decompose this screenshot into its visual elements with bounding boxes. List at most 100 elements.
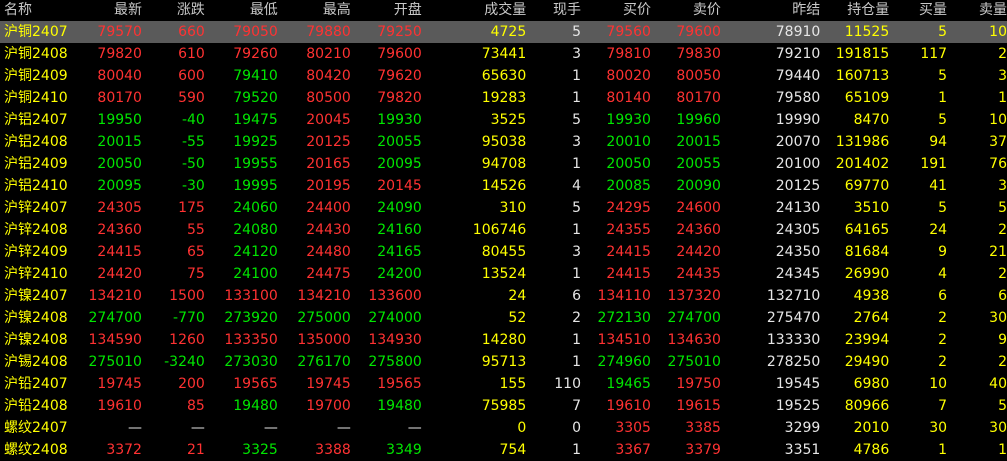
open-interest-cell: 23994 (844, 332, 890, 348)
quote-row[interactable]: 沪锌2410 24420 75 24100 24475 24200 13524 1 24415 2… (0, 263, 1007, 285)
last-price-cell: 79820 (97, 46, 142, 62)
prev-settle-cell: 20070 (775, 134, 821, 150)
col-header-last[interactable]: 最新 (73, 0, 142, 21)
quote-row[interactable]: 沪铝2410 20095 -30 19995 20195 20145 14526 4 20085… (0, 175, 1007, 197)
high-price-cell: 135000 (297, 332, 351, 348)
prev-settle-cell: 78910 (720, 21, 821, 43)
prev-settle-cell: 79440 (775, 68, 821, 84)
quote-row[interactable]: 沪铝2409 20050 -50 19955 20165 20095 94708 1 20050… (0, 153, 1007, 175)
quote-row[interactable]: 沪铅2408 19610 85 19480 19700 19480 75985 7 19610 1… (0, 395, 1007, 417)
quote-row[interactable]: 螺纹2408 3372 21 3325 3388 3349 754 1 3367 3379 3351… (0, 439, 1007, 461)
quote-table: 名称 最新 涨跌 最低 最高 开盘 成交量 现手 买价 卖价 昨结 持仓量 买量 卖量 沪铜2407 795… (0, 0, 1007, 461)
last-price-cell: 24360 (97, 222, 142, 238)
high-price-cell: 24475 (306, 266, 351, 282)
quote-row[interactable]: 沪铜2408 79820 610 79260 80210 79600 73441 3 79810… (0, 43, 1007, 65)
open-price-cell: 24200 (377, 266, 422, 282)
name-cell: 沪镍2407 (4, 288, 68, 304)
low-price-cell: 79520 (233, 90, 278, 106)
col-header-open[interactable]: 开盘 (351, 0, 422, 21)
quote-row[interactable]: 沪铜2409 80040 600 79410 80420 79620 65630 1 80020… (0, 65, 1007, 87)
bid-price-cell: 80020 (606, 68, 651, 84)
current-lot-cell: 7 (572, 398, 581, 414)
col-header-bid-qty[interactable]: 买量 (889, 0, 947, 21)
quote-row[interactable]: 沪锌2407 24305 175 24060 24400 24090 310 5 24295 24… (0, 197, 1007, 219)
change-cell: 200 (178, 376, 205, 392)
col-header-bid[interactable]: 买价 (581, 0, 651, 21)
open-interest-cell: 29490 (844, 354, 890, 370)
col-header-low[interactable]: 最低 (205, 0, 278, 21)
header-row: 名称 最新 涨跌 最低 最高 开盘 成交量 现手 买价 卖价 昨结 持仓量 买量 卖量 (0, 0, 1007, 21)
ask-qty-cell: 10 (947, 21, 1007, 43)
open-price-cell: 79820 (377, 90, 422, 106)
prev-settle-cell: 3351 (784, 442, 821, 458)
high-price-cell: 275000 (297, 310, 351, 326)
quote-row[interactable]: 沪镍2408 134590 1260 133350 135000 134930 14280 1… (0, 329, 1007, 351)
bid-qty-cell: 24 (929, 222, 948, 238)
col-header-volume[interactable]: 成交量 (422, 0, 526, 21)
quote-row[interactable]: 沪铝2408 20015 -55 19925 20125 20055 95038 3 20010… (0, 131, 1007, 153)
name-cell: 沪铜2410 (4, 90, 68, 106)
volume-cell: 95713 (481, 354, 527, 370)
volume-cell: 155 (499, 376, 527, 392)
quote-row[interactable]: 沪铅2407 19745 200 19565 19745 19565 155 110 19465… (0, 373, 1007, 395)
bid-qty-cell: 94 (929, 134, 948, 150)
ask-qty-cell: 30 (989, 420, 1007, 436)
quote-row[interactable]: 螺纹2407 — — — — — 0 0 3305 3385 3299 2010 30 30 (0, 417, 1007, 439)
name-cell: 沪铅2407 (4, 376, 68, 392)
bid-qty-cell: 5 (938, 200, 948, 216)
col-header-open-interest[interactable]: 持仓量 (820, 0, 889, 21)
col-header-change[interactable]: 涨跌 (142, 0, 205, 21)
change-cell: 85 (186, 398, 205, 414)
quote-row[interactable]: 沪铜2410 80170 590 79520 80500 79820 19283 1 80140… (0, 87, 1007, 109)
open-price-cell: 19565 (377, 376, 422, 392)
col-header-prev-settle[interactable]: 昨结 (721, 0, 820, 21)
high-price-cell: 3388 (315, 442, 351, 458)
high-price-cell: 24400 (306, 200, 351, 216)
col-header-name[interactable]: 名称 (0, 0, 73, 21)
high-price-cell: 80210 (306, 46, 351, 62)
volume-cell: 94708 (481, 156, 527, 172)
name-cell: 沪铝2407 (4, 112, 68, 128)
col-header-ask-qty[interactable]: 卖量 (947, 0, 1007, 21)
open-interest-cell: 4786 (853, 442, 890, 458)
change-cell: -30 (181, 178, 205, 194)
last-price-cell: 134590 (88, 332, 142, 348)
current-lot-cell: 3 (572, 46, 581, 62)
bid-qty-cell: 2 (938, 354, 948, 370)
quote-row[interactable]: 沪镍2408 274700 -770 273920 275000 274000 52 2 272… (0, 307, 1007, 329)
current-lot-cell: 3 (572, 134, 581, 150)
current-lot-cell: 2 (572, 310, 581, 326)
open-interest-cell: 81684 (844, 244, 890, 260)
name-cell: 沪锌2409 (4, 244, 68, 260)
last-price-cell: 20050 (97, 156, 142, 172)
bid-price-cell: 20050 (606, 156, 651, 172)
volume-cell: 24 (508, 288, 527, 304)
bid-price-cell: 272130 (597, 310, 651, 326)
ask-qty-cell: 21 (989, 244, 1007, 260)
quote-row[interactable]: 沪铝2407 19950 -40 19475 20045 19930 3525 5 19930 1… (0, 109, 1007, 131)
prev-settle-cell: 132710 (766, 288, 821, 304)
volume-cell: 95038 (481, 134, 527, 150)
ask-price-cell: 134630 (667, 332, 721, 348)
prev-settle-cell: 278250 (766, 354, 821, 370)
open-interest-cell: 3510 (853, 200, 890, 216)
change-cell: 21 (186, 442, 205, 458)
quote-row[interactable]: 沪锡2408 275010 -3240 273030 276170 275800 95713… (0, 351, 1007, 373)
current-lot-cell: 1 (572, 266, 581, 282)
last-price-cell: 19745 (97, 376, 142, 392)
col-header-current-lot[interactable]: 现手 (526, 0, 581, 21)
quote-row[interactable]: 沪铜2407 79570 660 79050 79880 79250 4725 5 79560 7… (0, 21, 1007, 43)
last-price-cell: — (127, 420, 142, 436)
high-price-cell: 19700 (306, 398, 351, 414)
volume-cell: 13524 (481, 266, 527, 282)
col-header-ask[interactable]: 卖价 (651, 0, 721, 21)
quote-row[interactable]: 沪锌2409 24415 65 24120 24480 24165 80455 3 24415 2… (0, 241, 1007, 263)
prev-settle-cell: 133330 (766, 332, 821, 348)
bid-qty-cell: 7 (938, 398, 948, 414)
quote-row[interactable]: 沪镍2407 134210 1500 133100 134210 133600 24 6 134… (0, 285, 1007, 307)
prev-settle-cell: 79580 (775, 90, 821, 106)
quote-row[interactable]: 沪锌2408 24360 55 24080 24430 24160 106746 1 24355… (0, 219, 1007, 241)
high-price-cell: 20045 (306, 112, 351, 128)
col-header-high[interactable]: 最高 (278, 0, 351, 21)
last-price-cell: 3372 (106, 442, 142, 458)
